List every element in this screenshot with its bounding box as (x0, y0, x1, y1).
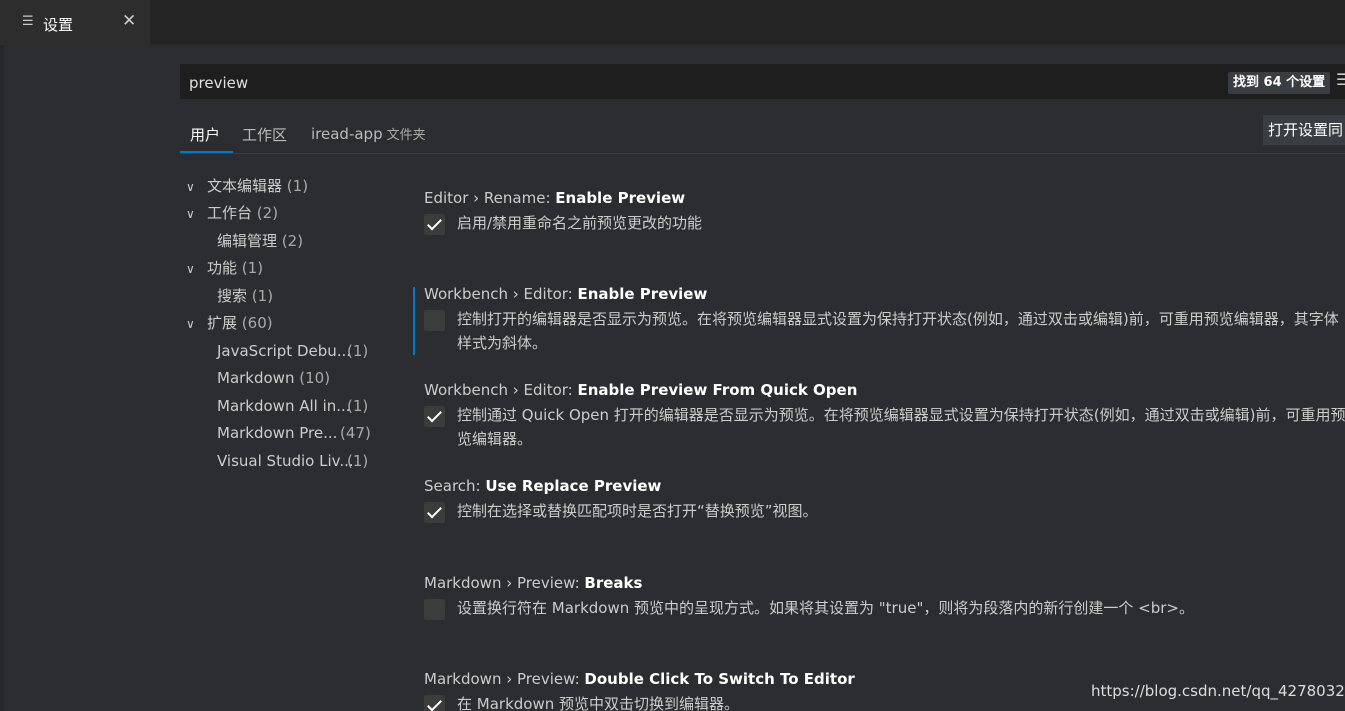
setting-category: Markdown › Preview: (424, 574, 585, 592)
toc-item-markdown-preview[interactable]: Markdown Pre... (47) (217, 420, 371, 446)
setting-title: Markdown › Preview: Breaks (424, 574, 1345, 592)
setting-name: Enable Preview (577, 285, 708, 303)
setting-category: Search: (424, 477, 486, 495)
setting-description: 控制在选择或替换匹配项时是否打开“替换预览”视图。 (457, 502, 818, 520)
setting-description: 控制打开的编辑器是否显示为预览。在将预览编辑器显式设置为保持打开状态(例如，通过… (457, 310, 1339, 352)
search-input[interactable] (187, 65, 1221, 100)
toc-item-text-editor[interactable]: ∨ 文本编辑器 (1) (186, 173, 308, 199)
editor-tab-bar: ☰ 设置 ✕ (0, 0, 1345, 45)
toc-label: Markdown Pre... (217, 424, 338, 442)
toc-count: (1) (347, 452, 369, 470)
tab-folder[interactable]: iread-app 文件夹 (311, 124, 426, 143)
setting-category: Editor › Rename: (424, 189, 556, 207)
setting-name: Enable Preview From Quick Open (577, 381, 858, 399)
setting-checkbox[interactable] (424, 695, 445, 711)
setting-category: Markdown › Preview: (424, 670, 585, 688)
tab-user[interactable]: 用户 (190, 124, 220, 145)
setting-workbench-editor-enable-preview-from-quick-open: Workbench › Editor: Enable Preview From … (424, 381, 1345, 448)
filter-icon[interactable]: ☰ (1336, 70, 1345, 89)
setting-checkbox[interactable] (424, 502, 445, 523)
toc-label: Markdown (217, 369, 295, 387)
setting-title: Workbench › Editor: Enable Preview From … (424, 381, 1345, 399)
close-icon[interactable]: ✕ (122, 11, 136, 31)
toc-item-features[interactable]: ∨ 功能 (1) (186, 255, 263, 281)
setting-description: 启用/禁用重命名之前预览更改的功能 (457, 214, 703, 232)
toc-label: JavaScript Debu... (217, 342, 352, 360)
toc-item-markdown[interactable]: Markdown (10) (217, 365, 330, 391)
toc-label: 工作台 (207, 204, 253, 222)
settings-sync-button[interactable]: 打开设置同 (1263, 115, 1345, 145)
list-icon: ☰ (22, 14, 34, 29)
watermark-url: https://blog.csdn.net/qq_42780323 (1091, 682, 1345, 700)
setting-checkbox[interactable] (424, 310, 445, 331)
toc-count: (47) (340, 424, 371, 442)
setting-category: Workbench › Editor: (424, 285, 578, 303)
setting-search-use-replace-preview: Search: Use Replace Preview 控制在选择或替换匹配项时… (424, 477, 1345, 523)
toc-count: (60) (241, 314, 273, 332)
setting-checkbox[interactable] (424, 214, 445, 235)
toc-count: (1) (241, 259, 264, 277)
toc-label: Visual Studio Liv... (217, 452, 354, 470)
toc-count: (1) (251, 287, 274, 305)
toc-count: (10) (299, 369, 331, 387)
setting-title: Search: Use Replace Preview (424, 477, 1345, 495)
toc-item-extensions[interactable]: ∨ 扩展 (60) (186, 310, 273, 336)
toc-item-javascript-debugger[interactable]: JavaScript Debu...(1) (217, 338, 368, 364)
result-count-badge: 找到 64 个设置 (1228, 72, 1331, 94)
setting-title: Workbench › Editor: Enable Preview (424, 285, 1345, 303)
left-edge-strip (0, 45, 4, 711)
toc-count: (1) (347, 342, 369, 360)
folder-tab-label: iread-app (311, 125, 383, 143)
chevron-down-icon: ∨ (186, 180, 195, 194)
setting-description: 控制通过 Quick Open 打开的编辑器是否显示为预览。在将预览编辑器显式设… (457, 406, 1345, 448)
toc-label: 搜索 (217, 287, 248, 305)
toc-label: 扩展 (207, 314, 238, 332)
toc-label: Markdown All in... (217, 397, 351, 415)
toc-item-visual-studio-live[interactable]: Visual Studio Liv...(1) (217, 448, 368, 474)
toc-item-search[interactable]: 搜索 (1) (217, 283, 273, 309)
toc-count: (1) (347, 397, 369, 415)
toc-label: 功能 (207, 259, 238, 277)
setting-title: Editor › Rename: Enable Preview (424, 189, 1345, 207)
toc-count: (2) (281, 232, 304, 250)
setting-workbench-editor-enable-preview: Workbench › Editor: Enable Preview 控制打开的… (424, 285, 1345, 352)
toc-item-editor-management[interactable]: 编辑管理 (2) (217, 228, 303, 254)
setting-description: 设置换行符在 Markdown 预览中的呈现方式。如果将其设置为 "true"，… (457, 599, 1194, 617)
setting-markdown-preview-breaks: Markdown › Preview: Breaks 设置换行符在 Markdo… (424, 574, 1345, 620)
settings-search-box[interactable]: 找到 64 个设置 ☰ (180, 64, 1345, 100)
folder-tab-suffix: 文件夹 (386, 128, 426, 143)
chevron-down-icon: ∨ (186, 262, 195, 276)
setting-name: Double Click To Switch To Editor (584, 670, 855, 688)
toc-item-markdown-all-in-one[interactable]: Markdown All in...(1) (217, 393, 368, 419)
chevron-down-icon: ∨ (186, 317, 195, 331)
settings-scope-bar: 用户 工作区 iread-app 文件夹 (180, 118, 1345, 154)
setting-category: Workbench › Editor: (424, 381, 578, 399)
toc-label: 文本编辑器 (207, 177, 283, 195)
setting-name: Use Replace Preview (485, 477, 662, 495)
toc-label: 编辑管理 (217, 232, 278, 250)
toc-item-workbench[interactable]: ∨ 工作台 (2) (186, 200, 278, 226)
tab-title: 设置 (43, 16, 74, 34)
active-tab-underline (180, 151, 233, 153)
setting-checkbox[interactable] (424, 599, 445, 620)
setting-name: Breaks (584, 574, 643, 592)
focused-setting-indicator (413, 287, 415, 355)
chevron-down-icon: ∨ (186, 207, 195, 221)
toc-count: (1) (286, 177, 309, 195)
setting-editor-rename-enable-preview: Editor › Rename: Enable Preview 启用/禁用重命名… (424, 189, 1345, 235)
setting-name: Enable Preview (555, 189, 686, 207)
tab-workspace[interactable]: 工作区 (242, 124, 287, 145)
setting-checkbox[interactable] (424, 406, 445, 427)
settings-tab[interactable]: ☰ 设置 ✕ (0, 0, 151, 45)
toc-count: (2) (256, 204, 279, 222)
